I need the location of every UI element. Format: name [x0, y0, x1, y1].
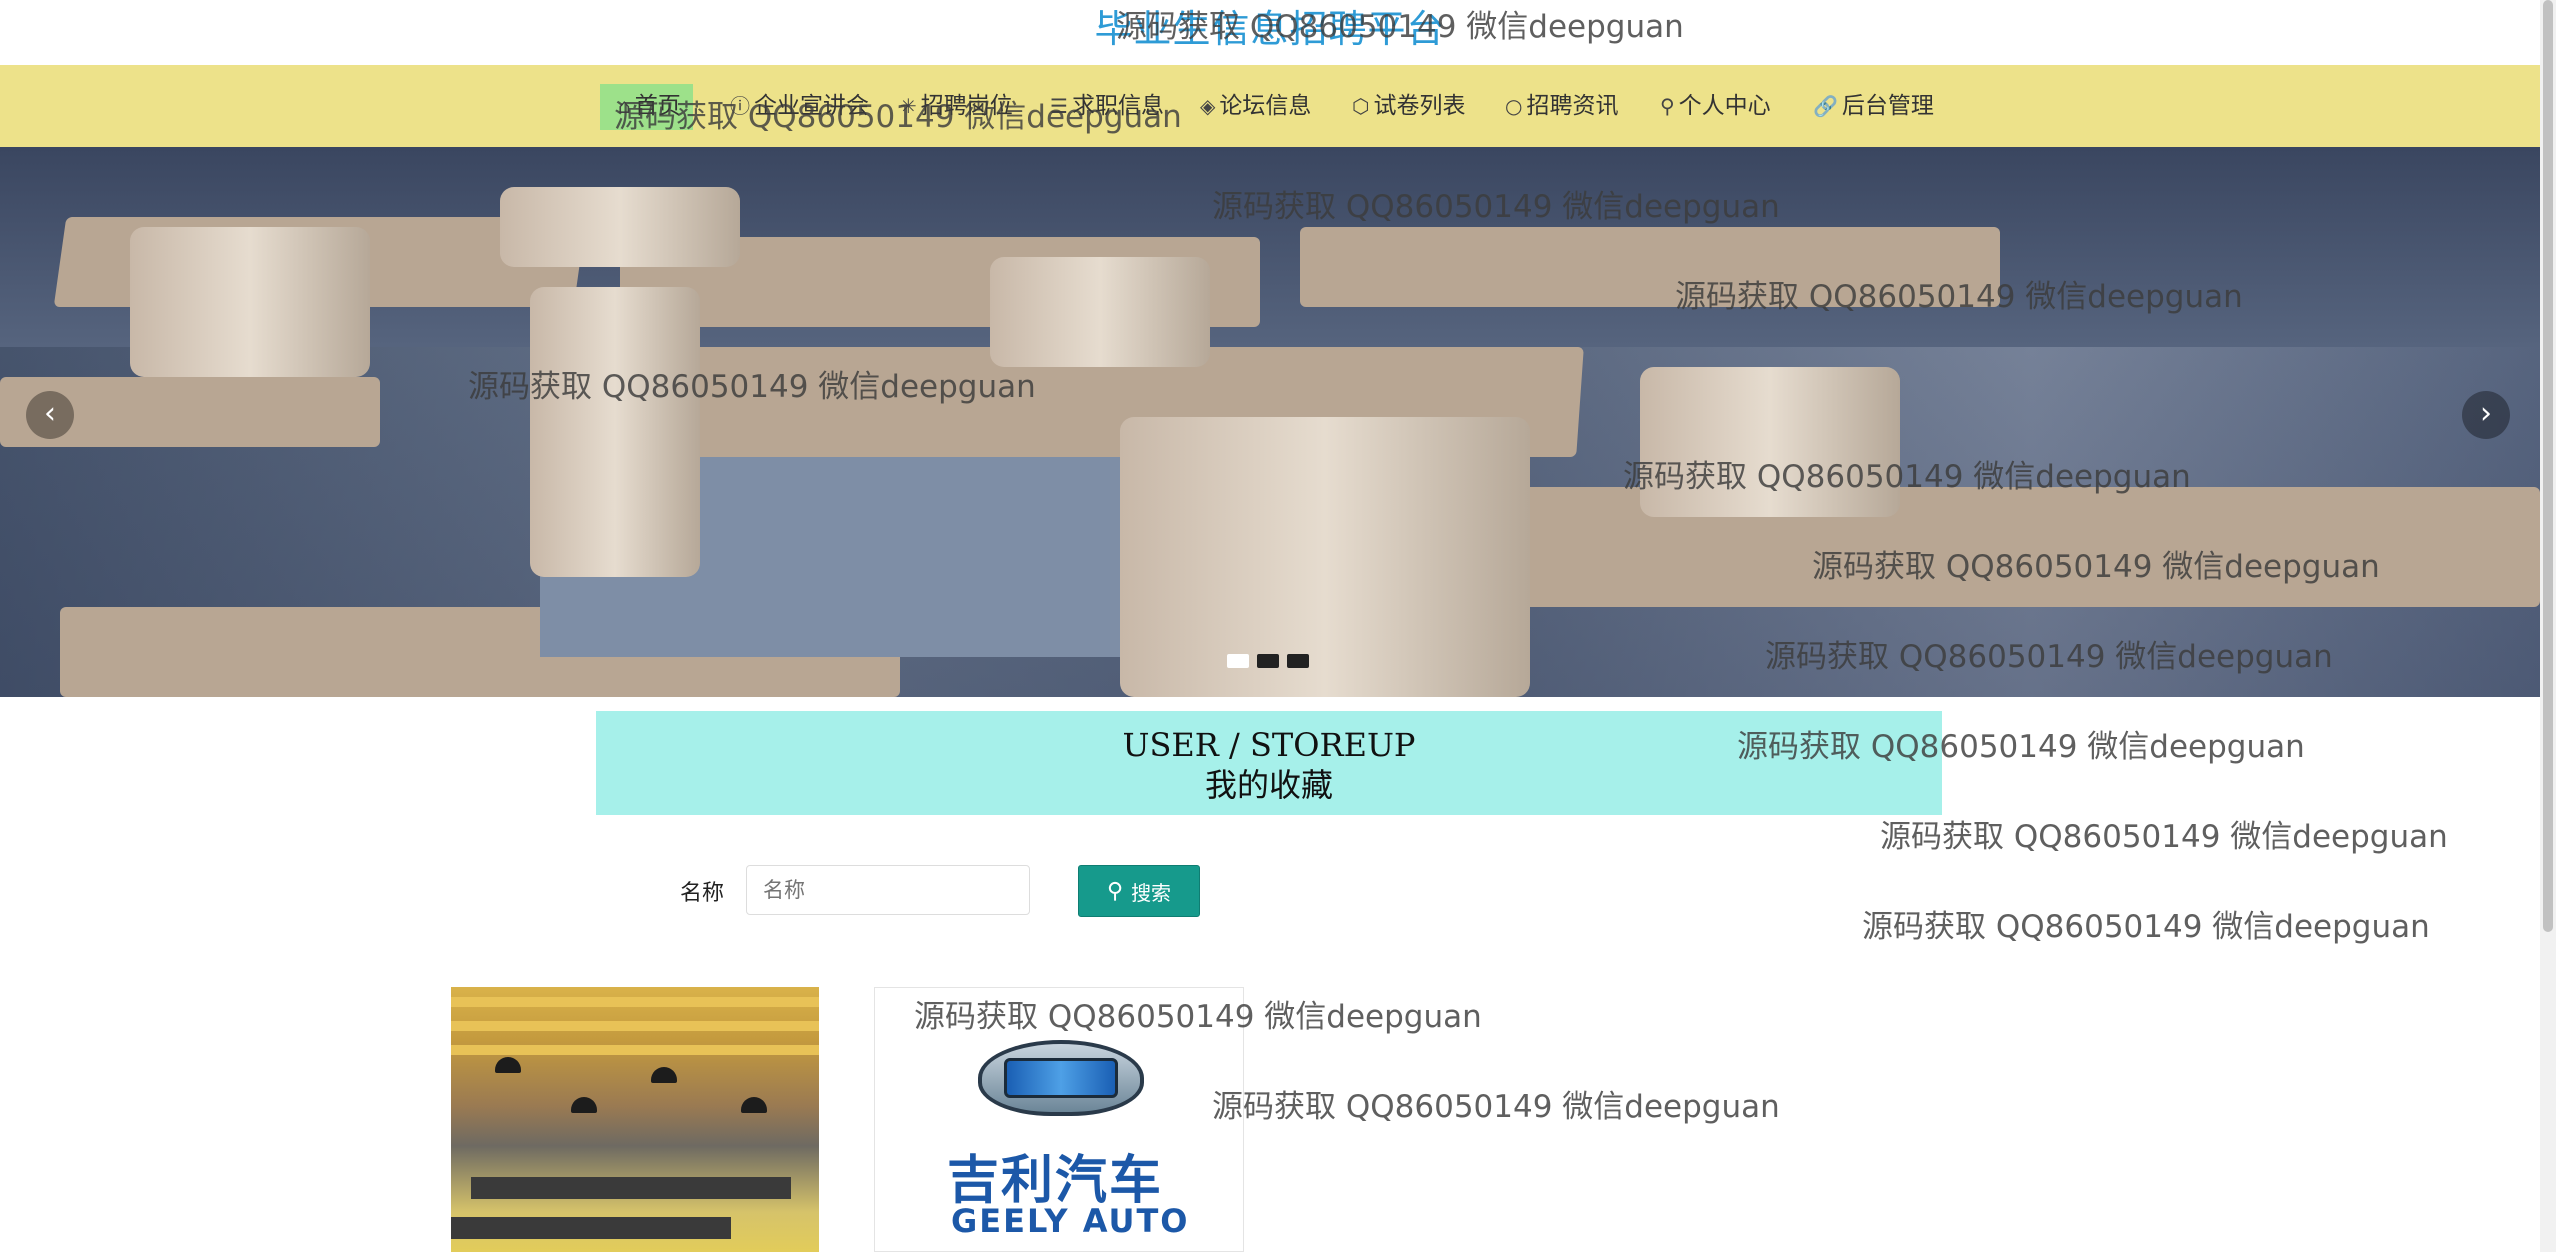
- watermark-text: 源码获取 QQ86050149 微信deepguan: [1212, 1089, 1780, 1125]
- logo-text-en: GEELY AUTO: [951, 1202, 1190, 1240]
- favorite-card-logo[interactable]: 吉利汽车 GEELY AUTO: [874, 987, 1244, 1252]
- info-icon: ⓘ: [730, 94, 750, 118]
- nav-item-forum[interactable]: ◈ 论坛信息: [1200, 65, 1311, 147]
- user-icon: ⚲: [1660, 94, 1675, 118]
- nav-item-home[interactable]: ⌂ 首页: [618, 65, 681, 147]
- nav-item-label: 招聘岗位: [920, 93, 1013, 119]
- site-title: 毕业生信息招聘平台: [1094, 7, 1446, 51]
- page-scrollbar-thumb[interactable]: [2543, 0, 2553, 932]
- home-icon: ⌂: [618, 94, 631, 118]
- watermark-text: 源码获取 QQ86050149 微信deepguan: [1862, 909, 2430, 945]
- nav-item-company-talks[interactable]: ⓘ 企业宣讲会: [730, 65, 869, 147]
- banner-chair: [1120, 417, 1530, 697]
- banner-chair: [1640, 367, 1900, 517]
- search-label: 名称: [680, 881, 725, 906]
- nav-item-label: 首页: [634, 93, 681, 119]
- carousel-indicators: [1227, 654, 1309, 668]
- banner-chair: [130, 227, 370, 377]
- banner-chair: [990, 257, 1210, 367]
- banner-chair: [530, 287, 700, 577]
- circle-icon: ○: [1505, 94, 1523, 118]
- geely-emblem-inner: [1004, 1058, 1118, 1098]
- office-ceiling-beam: [451, 997, 819, 1007]
- link-icon: 🔗: [1813, 94, 1838, 118]
- office-lamp: [651, 1067, 677, 1083]
- nav-item-recruit-news[interactable]: ○ 招聘资讯: [1505, 65, 1618, 147]
- search-button-label: 搜索: [1131, 880, 1172, 905]
- nav-item-job-seeking[interactable]: ☰ 求职信息: [1050, 65, 1164, 147]
- office-lamp: [571, 1097, 597, 1113]
- nav-item-label: 论坛信息: [1219, 93, 1312, 119]
- carousel-dot[interactable]: [1227, 654, 1249, 668]
- search-icon: ⚲: [1106, 878, 1124, 904]
- carousel-prev-button[interactable]: ‹: [26, 391, 74, 439]
- nav-item-personal-center[interactable]: ⚲ 个人中心: [1660, 65, 1771, 147]
- nav-item-label: 求职信息: [1071, 93, 1164, 119]
- office-ceiling-beam: [451, 1045, 819, 1055]
- section-title-en: USER / STOREUP: [1122, 726, 1416, 764]
- section-title-cn: 我的收藏: [1204, 766, 1333, 804]
- carousel-dot[interactable]: [1257, 654, 1279, 668]
- star-icon: ✳: [900, 94, 917, 118]
- list-icon: ☰: [1050, 94, 1068, 118]
- search-input[interactable]: [746, 865, 1030, 915]
- nav-item-jobs[interactable]: ✳ 招聘岗位: [900, 65, 1013, 147]
- nav-item-admin[interactable]: 🔗 后台管理: [1813, 65, 1934, 147]
- nav-item-label: 企业宣讲会: [754, 93, 869, 119]
- banner-carousel: ‹ ›: [0, 147, 2540, 697]
- banner-desk: [1300, 227, 2000, 307]
- nav-item-exam-list[interactable]: ⬡ 试卷列表: [1352, 65, 1465, 147]
- section-title-box: USER / STOREUP 我的收藏: [596, 711, 1942, 815]
- nav-item-label: 后台管理: [1841, 93, 1934, 119]
- nav-item-label: 招聘资讯: [1526, 93, 1619, 119]
- carousel-dot[interactable]: [1287, 654, 1309, 668]
- geely-emblem: [978, 1040, 1144, 1116]
- office-desk-row: [471, 1177, 791, 1199]
- carousel-next-button[interactable]: ›: [2462, 391, 2510, 439]
- favorite-card-image[interactable]: [451, 987, 819, 1252]
- search-button[interactable]: ⚲ 搜索: [1078, 865, 1200, 917]
- nav-item-label: 个人中心: [1678, 93, 1771, 119]
- layers-icon: ◈: [1200, 94, 1216, 118]
- nav-item-label: 试卷列表: [1373, 93, 1466, 119]
- office-desk-row: [451, 1217, 731, 1239]
- banner-chair: [500, 187, 740, 267]
- office-ceiling-beam: [451, 1021, 819, 1031]
- office-lamp: [741, 1097, 767, 1113]
- cube-icon: ⬡: [1352, 94, 1370, 118]
- watermark-text: 源码获取 QQ86050149 微信deepguan: [1880, 819, 2448, 855]
- office-lamp: [495, 1057, 521, 1073]
